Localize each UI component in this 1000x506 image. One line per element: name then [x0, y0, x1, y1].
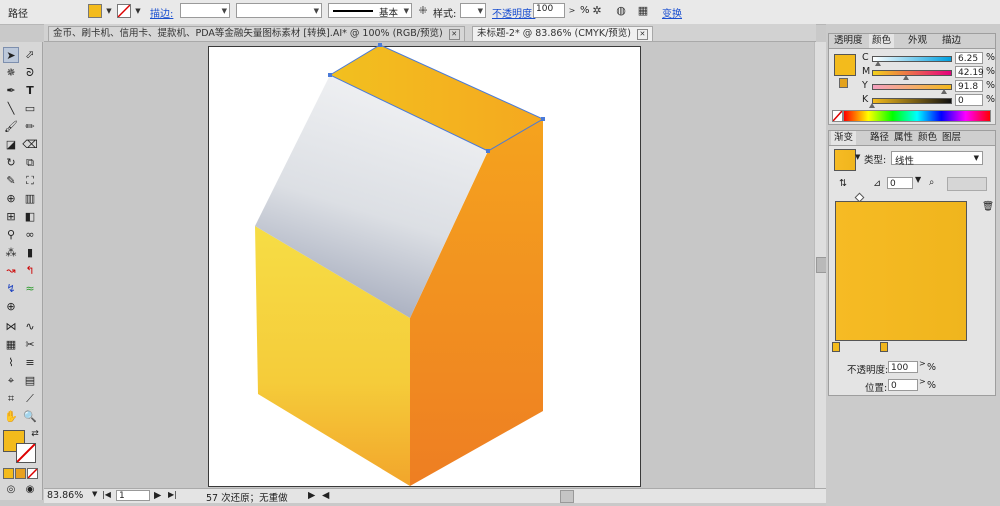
- slider-handle[interactable]: [869, 103, 875, 108]
- cyan-input[interactable]: 6.25: [955, 52, 983, 64]
- gradient-panel-tabs: 渐变 路径 属性 颜色 图层: [829, 131, 995, 146]
- angle-icon: ⊿: [873, 178, 881, 189]
- black-input[interactable]: 0: [955, 94, 983, 106]
- yellow-input[interactable]: 91.8: [955, 80, 983, 92]
- color-spectrum[interactable]: [843, 110, 991, 122]
- yellow-slider[interactable]: [872, 84, 952, 90]
- aspect-icon: ⌕: [929, 177, 935, 188]
- chevron-down-icon[interactable]: ▼: [855, 153, 860, 161]
- status-bar: 83.86% ▼ |◀ ◀ 1 ▶ ▶| 57 次还原；无重做 ▶ ◀: [44, 488, 826, 504]
- last-page-icon[interactable]: ▶|: [168, 490, 177, 499]
- black-slider[interactable]: [872, 98, 952, 104]
- none-swatch[interactable]: [832, 110, 843, 122]
- cyan-slider[interactable]: [872, 56, 952, 62]
- tab-attributes[interactable]: 属性: [891, 131, 916, 145]
- first-page-icon[interactable]: |◀: [102, 490, 111, 499]
- chevron-left-icon[interactable]: ◀: [322, 490, 329, 501]
- channel-label: K: [862, 94, 869, 105]
- anchor-point: [541, 117, 545, 121]
- gradient-opacity-label: 不透明度:: [847, 365, 889, 376]
- chevron-right-icon[interactable]: >: [919, 377, 926, 386]
- tab-pathfinder[interactable]: 路径: [867, 131, 892, 145]
- gradient-stop-right[interactable]: [880, 342, 888, 352]
- color-panel: 透明度 颜色 外观 描边 C 6.25 % M 42.19 % Y 91.8 %…: [828, 33, 996, 125]
- reverse-gradient-icon[interactable]: ⇅: [839, 178, 847, 189]
- gradient-preview-swatch[interactable]: [834, 149, 856, 171]
- anchor-point: [328, 73, 332, 77]
- gradient-slider-bar[interactable]: [835, 201, 967, 341]
- tab-layers[interactable]: 图层: [939, 131, 964, 145]
- tab-color[interactable]: 颜色: [869, 34, 895, 48]
- chevron-right-icon[interactable]: >: [919, 359, 926, 368]
- chevron-right-icon[interactable]: ▶: [308, 490, 315, 501]
- magenta-slider[interactable]: [872, 70, 952, 76]
- color-panel-tabs: 透明度 颜色 外观 描边: [829, 34, 995, 49]
- channel-label: M: [862, 66, 871, 77]
- angle-input[interactable]: 0: [887, 177, 913, 189]
- out-of-gamut-icon[interactable]: [839, 78, 848, 88]
- gradient-panel: 渐变 路径 属性 颜色 图层 ▼ 类型: 线性 ▼ ⇅ ⊿ 0 ▼ ⌕ 🗑 不透…: [828, 130, 996, 396]
- tab-stroke[interactable]: 描边: [939, 34, 964, 48]
- anchor-point: [486, 149, 490, 153]
- gradient-location-input[interactable]: 0: [888, 379, 918, 391]
- channel-label: C: [862, 52, 869, 63]
- gradient-type-select[interactable]: 线性 ▼: [891, 151, 983, 167]
- zoom-level[interactable]: 83.86%: [47, 490, 83, 501]
- color-fill-swatch[interactable]: [834, 54, 856, 76]
- aspect-input: [947, 177, 987, 191]
- slider-handle[interactable]: [941, 89, 947, 94]
- horizontal-scroll-thumb[interactable]: [560, 490, 574, 503]
- channel-label: Y: [862, 80, 868, 91]
- history-status: 57 次还原；无重做: [206, 493, 288, 504]
- trash-icon[interactable]: 🗑: [982, 201, 994, 212]
- slider-handle[interactable]: [875, 61, 881, 66]
- page-input[interactable]: 1: [116, 490, 150, 501]
- gradient-type-label: 类型:: [864, 155, 887, 166]
- gradient-opacity-input[interactable]: 100: [888, 361, 918, 373]
- gradient-stop-left[interactable]: [832, 342, 840, 352]
- chevron-down-icon[interactable]: ▼: [92, 490, 97, 498]
- tab-color-2[interactable]: 颜色: [915, 131, 940, 145]
- next-page-icon[interactable]: ▶: [154, 490, 161, 501]
- chevron-down-icon[interactable]: ▼: [915, 175, 921, 184]
- magenta-input[interactable]: 42.19: [955, 66, 984, 78]
- anchor-point: [378, 43, 382, 47]
- tab-transparency[interactable]: 透明度: [831, 34, 866, 48]
- slider-handle[interactable]: [903, 75, 909, 80]
- tab-gradient[interactable]: 渐变: [831, 131, 857, 145]
- tab-appearance[interactable]: 外观: [905, 34, 930, 48]
- gradient-location-label: 位置:: [865, 383, 888, 394]
